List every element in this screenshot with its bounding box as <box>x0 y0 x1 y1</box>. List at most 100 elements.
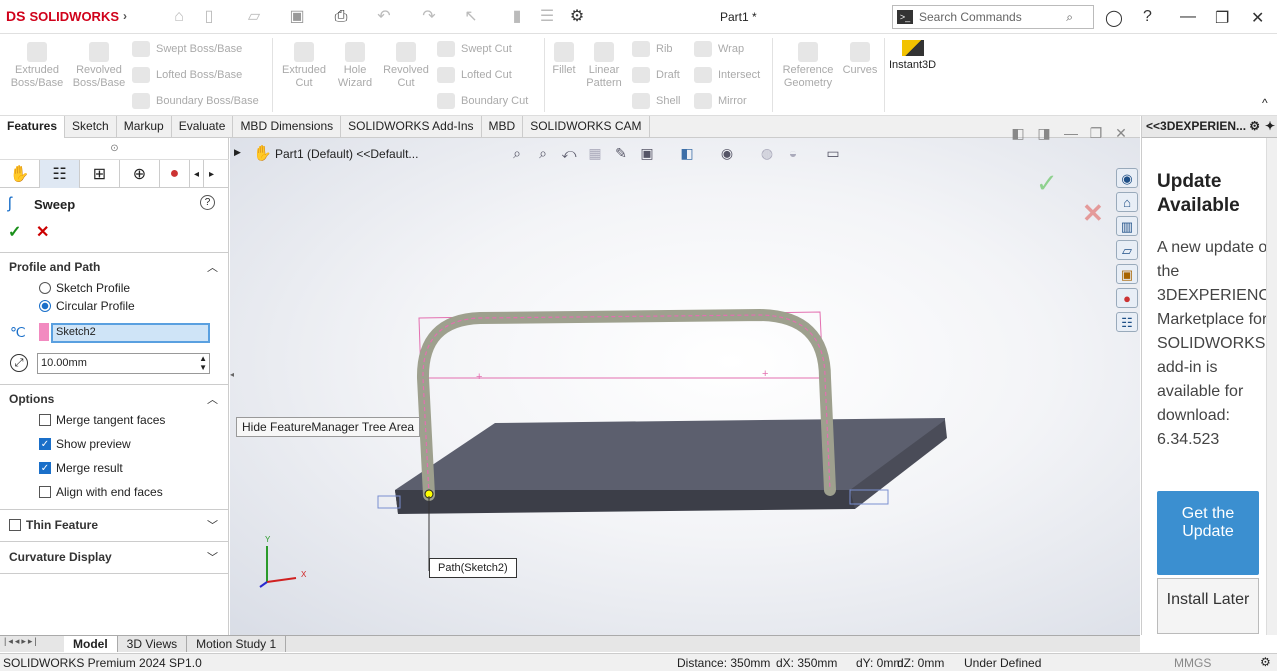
search-icon[interactable]: ⌕ <box>1066 10 1073 25</box>
status-options-icon[interactable]: ⚙ <box>1260 655 1271 669</box>
tab-markup[interactable]: Markup <box>117 116 172 138</box>
chevron-right-icon[interactable]: › <box>123 9 127 23</box>
restore-icon[interactable]: ❐ <box>1215 8 1229 28</box>
configurationmanager-tab[interactable]: ⊞ <box>80 160 120 188</box>
tab-scroll-left[interactable]: ◂ <box>190 160 204 188</box>
profile-and-path-header[interactable]: Profile and Path <box>9 260 100 274</box>
cancel-x-icon[interactable]: ✕ <box>36 222 49 242</box>
mirror-button[interactable]: Mirror <box>694 93 747 109</box>
diameter-input[interactable]: 10.00mm ▲ ▼ <box>37 353 210 374</box>
hole-wizard-button[interactable]: Hole Wizard <box>330 42 380 90</box>
fillet-button[interactable]: Fillet <box>548 42 580 77</box>
home-icon[interactable]: ⌂ <box>170 8 188 26</box>
lofted-boss-button[interactable]: Lofted Boss/Base <box>132 67 242 83</box>
tab-3d-views[interactable]: 3D Views <box>118 636 188 652</box>
extruded-cut-button[interactable]: Extruded Cut <box>278 42 330 90</box>
save-icon[interactable]: ▣ <box>288 8 306 26</box>
new-document-icon[interactable]: ▯ <box>200 8 218 26</box>
boundary-cut-button[interactable]: Boundary Cut <box>437 93 528 109</box>
collapse-caret-icon[interactable]: ︿ <box>207 391 218 407</box>
draft-button[interactable]: Draft <box>632 67 680 83</box>
file-explorer-icon[interactable]: ▱ <box>1116 240 1138 260</box>
expand-caret-icon[interactable]: ﹀ <box>207 517 218 533</box>
tab-sketch[interactable]: Sketch <box>65 116 117 138</box>
settings-gear-icon[interactable]: ⚙ <box>1249 119 1260 133</box>
pin-icon[interactable]: ✦ <box>1265 119 1275 133</box>
curvature-display-header[interactable]: Curvature Display <box>9 550 112 564</box>
graphics-area[interactable]: ▶ ✋ Part1 (Default) <<Default... ⌕ ⌕ ⤺ ▦… <box>230 125 1140 635</box>
path-callout[interactable]: Path(Sketch2) <box>429 558 517 578</box>
redo-icon[interactable]: ↷ <box>420 8 438 26</box>
ok-check-icon[interactable]: ✓ <box>8 222 21 242</box>
tab-mbd-dimensions[interactable]: MBD Dimensions <box>233 116 342 138</box>
install-later-button[interactable]: Install Later <box>1157 578 1259 634</box>
tab-mbd[interactable]: MBD <box>482 116 524 138</box>
select-icon[interactable]: ↖ <box>462 8 480 26</box>
merge-result-checkbox[interactable]: ✓ Merge result <box>39 461 123 475</box>
open-icon[interactable]: ▱ <box>245 8 263 26</box>
tab-cam[interactable]: SOLIDWORKS CAM <box>523 116 650 138</box>
linear-pattern-button[interactable]: Linear Pattern <box>582 42 626 90</box>
unit-system[interactable]: MMGS <box>1174 656 1211 670</box>
minimize-icon[interactable]: — <box>1180 8 1196 26</box>
sketch-profile-radio[interactable]: Sketch Profile <box>39 281 130 295</box>
path-selection-box[interactable]: Sketch2 <box>51 323 210 343</box>
get-update-button[interactable]: Get the Update <box>1157 491 1259 575</box>
revolved-boss-button[interactable]: Revolved Boss/Base <box>72 42 126 90</box>
help-icon[interactable]: ? <box>200 195 215 210</box>
shell-button[interactable]: Shell <box>632 93 680 109</box>
propertymanager-tab[interactable]: ☷ <box>40 160 80 188</box>
curves-button[interactable]: Curves <box>840 42 880 77</box>
search-commands[interactable]: >_ Search Commands ⌕ <box>892 5 1094 29</box>
extruded-boss-button[interactable]: Extruded Boss/Base <box>10 42 64 90</box>
design-library-icon[interactable]: ▥ <box>1116 216 1138 236</box>
custom-properties-icon[interactable]: ☷ <box>1116 312 1138 332</box>
rebuild-icon[interactable]: ▮ <box>508 8 526 26</box>
boundary-boss-button[interactable]: Boundary Boss/Base <box>132 93 259 109</box>
featuremanager-tab[interactable]: ✋ <box>0 160 40 188</box>
tab-features[interactable]: Features <box>0 116 66 138</box>
dimxpert-tab[interactable]: ⊕ <box>120 160 160 188</box>
panel-grip[interactable]: ⊙ <box>0 138 229 160</box>
scrollbar[interactable] <box>1266 138 1277 635</box>
rib-button[interactable]: Rib <box>632 41 673 57</box>
lofted-cut-button[interactable]: Lofted Cut <box>437 67 512 83</box>
undo-icon[interactable]: ↶ <box>375 8 393 26</box>
merge-tangent-checkbox[interactable]: Merge tangent faces <box>39 413 165 427</box>
wrap-button[interactable]: Wrap <box>694 41 744 57</box>
help-icon[interactable]: ? <box>1143 8 1152 26</box>
close-icon[interactable]: ✕ <box>1251 8 1264 28</box>
swept-boss-button[interactable]: Swept Boss/Base <box>132 41 242 57</box>
user-icon[interactable]: ◯ <box>1105 8 1123 28</box>
print-icon[interactable]: ⎙ <box>332 8 350 26</box>
tab-evaluate[interactable]: Evaluate <box>172 116 234 138</box>
tab-motion-study[interactable]: Motion Study 1 <box>187 636 287 652</box>
thin-feature-checkbox[interactable]: Thin Feature <box>9 518 98 532</box>
collapse-caret-icon[interactable]: ︿ <box>207 259 218 275</box>
instant3d-button[interactable]: Instant3D <box>889 40 936 71</box>
expand-caret-icon[interactable]: ﹀ <box>207 549 218 565</box>
tab-addins[interactable]: SOLIDWORKS Add-Ins <box>341 116 482 138</box>
tab-scroll-arrows-icon[interactable]: |◂◂▸▸| <box>0 636 64 652</box>
reference-geometry-button[interactable]: Reference Geometry <box>778 42 838 90</box>
appearances-icon[interactable]: ● <box>1116 288 1138 308</box>
collapse-icon[interactable]: ^ <box>1262 96 1268 110</box>
revolved-cut-button[interactable]: Revolved Cut <box>380 42 432 90</box>
intersect-button[interactable]: Intersect <box>694 67 760 83</box>
search-input[interactable]: Search Commands <box>919 10 1022 24</box>
view-palette-icon[interactable]: ▣ <box>1116 264 1138 284</box>
solidworks-logo[interactable]: DS SOLIDWORKS › <box>6 8 127 24</box>
display-manager-tab[interactable]: ● <box>160 160 190 188</box>
align-end-faces-checkbox[interactable]: Align with end faces <box>39 485 163 499</box>
options-header[interactable]: Options <box>9 392 54 406</box>
panel-splitter-handle[interactable]: ◂ <box>230 370 234 379</box>
3dexperience-icon[interactable]: ◉ <box>1116 168 1138 188</box>
swept-cut-button[interactable]: Swept Cut <box>437 41 512 57</box>
tab-scroll-right[interactable]: ▸ <box>204 160 219 188</box>
tab-model[interactable]: Model <box>64 636 118 652</box>
circular-profile-radio[interactable]: Circular Profile <box>39 299 135 313</box>
home-icon[interactable]: ⌂ <box>1116 192 1138 212</box>
file-properties-icon[interactable]: ☰ <box>538 8 556 26</box>
spinner-icon[interactable]: ▲ ▼ <box>199 354 207 372</box>
show-preview-checkbox[interactable]: ✓ Show preview <box>39 437 131 451</box>
